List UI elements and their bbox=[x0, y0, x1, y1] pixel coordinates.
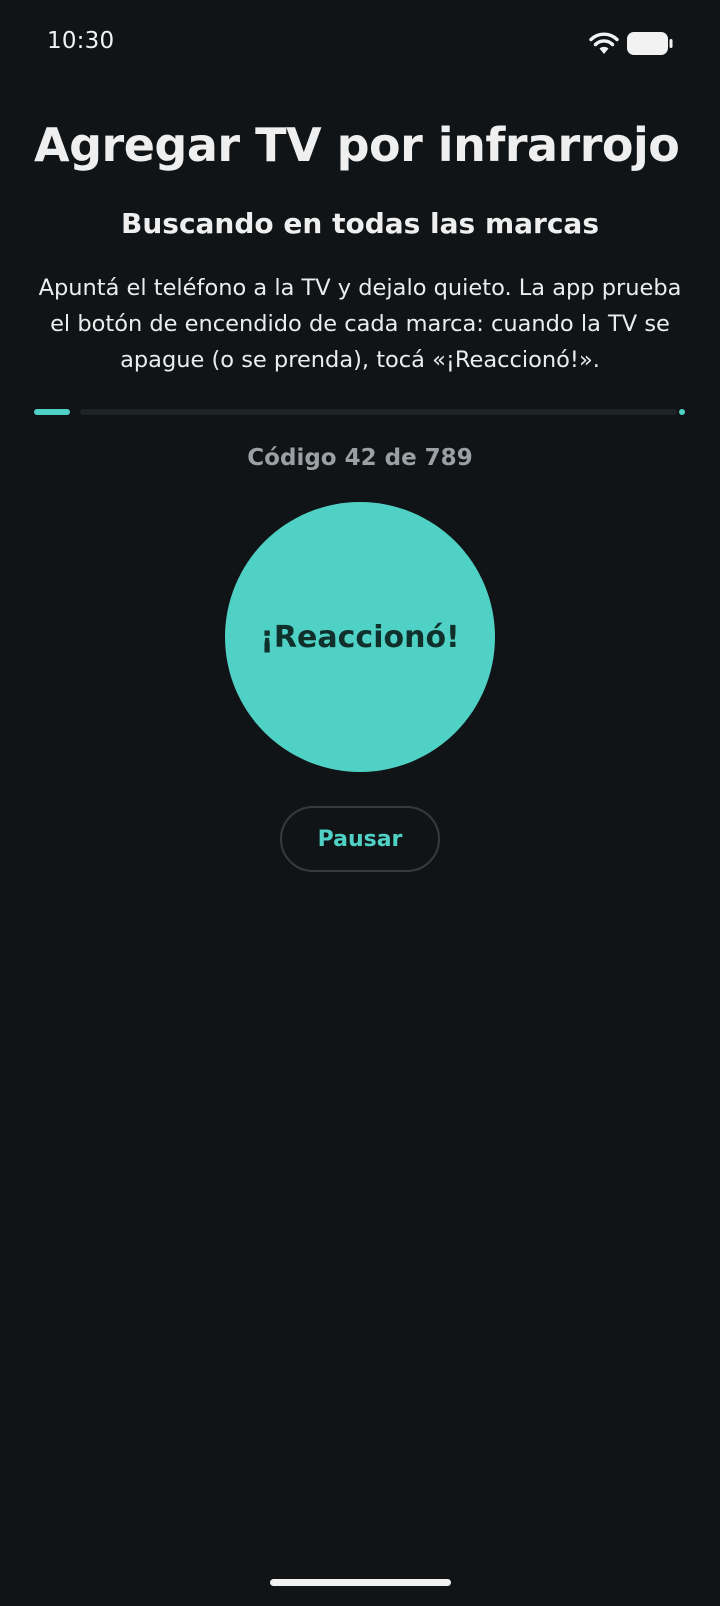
page-subtitle: Buscando en todas las marcas bbox=[121, 207, 599, 240]
reacted-button[interactable]: ¡Reaccionó! bbox=[225, 502, 495, 772]
home-indicator[interactable] bbox=[270, 1579, 451, 1586]
wifi-icon bbox=[589, 32, 619, 54]
battery-icon bbox=[627, 32, 673, 55]
pause-button-label: Pausar bbox=[317, 826, 403, 852]
progress-end-dot bbox=[679, 409, 685, 415]
status-time: 10:30 bbox=[47, 28, 115, 54]
status-bar: 10:30 bbox=[0, 0, 720, 88]
progress-fill bbox=[34, 409, 70, 415]
page-title: Agregar TV por infrarrojo bbox=[34, 118, 680, 172]
pause-button[interactable]: Pausar bbox=[280, 806, 440, 872]
instructions-text: Apuntá el teléfono a la TV y dejalo quie… bbox=[38, 275, 682, 373]
progress-track bbox=[80, 409, 677, 415]
reacted-button-label: ¡Reaccionó! bbox=[260, 619, 460, 655]
code-counter: Código 42 de 789 bbox=[247, 445, 473, 471]
